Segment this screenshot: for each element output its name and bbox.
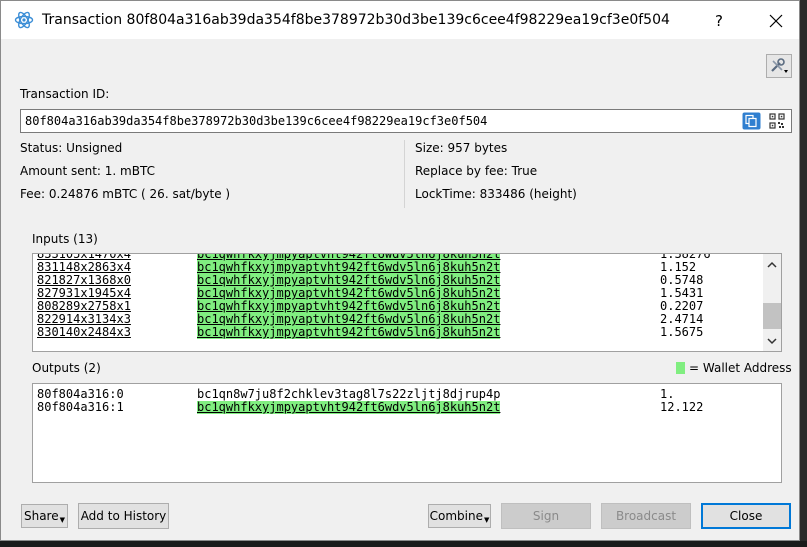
size-text: Size: 957 bytes xyxy=(415,141,508,155)
rbf-text: Replace by fee: True xyxy=(415,164,538,178)
tools-icon xyxy=(771,58,788,73)
qr-code-icon[interactable] xyxy=(769,113,785,129)
table-row[interactable]: 830140x2484x3 bc1qwhfkxyjmpyaptvht942ft6w… xyxy=(33,326,773,339)
transaction-dialog: Transaction 80f804a316ab39da354f8be37897… xyxy=(0,0,800,541)
outputs-header: Outputs (2) xyxy=(32,361,101,375)
scroll-thumb[interactable] xyxy=(763,303,781,329)
inputs-scrollbar[interactable] xyxy=(763,254,781,351)
combine-label: Combine xyxy=(429,509,483,523)
close-icon xyxy=(769,14,783,28)
wallet-legend-text: = Wallet Address xyxy=(689,361,792,375)
row-outpoint[interactable]: 80f804a316:1 xyxy=(37,401,124,414)
outputs-list[interactable]: 80f804a316:0 bc1qn8w7ju8f2chklev3tag8l7s2… xyxy=(32,383,782,483)
scroll-up-icon[interactable] xyxy=(763,258,781,272)
wallet-legend-swatch xyxy=(676,362,685,374)
scroll-down-icon[interactable] xyxy=(763,334,781,348)
tools-button[interactable] xyxy=(766,54,792,78)
txid-field[interactable]: 80f804a316ab39da354f8be378972b30d3be139c… xyxy=(20,109,792,133)
row-address[interactable]: bc1qwhfkxyjmpyaptvht942ft6wdv5ln6j8kuh5n… xyxy=(197,326,501,339)
inputs-header: Inputs (13) xyxy=(32,232,98,246)
electrum-icon xyxy=(14,10,34,30)
sign-button[interactable]: Sign xyxy=(501,503,591,529)
add-to-history-button[interactable]: Add to History xyxy=(78,503,169,529)
row-address[interactable]: bc1qwhfkxyjmpyaptvht942ft6wdv5ln6j8kuh5n… xyxy=(197,401,501,414)
broadcast-button[interactable]: Broadcast xyxy=(601,503,691,529)
close-button[interactable]: Close xyxy=(701,503,791,529)
txid-label: Transaction ID: xyxy=(20,87,110,101)
copy-icon[interactable] xyxy=(742,112,761,130)
combine-button[interactable]: Combine▼ xyxy=(428,504,491,528)
status-text: Status: Unsigned xyxy=(20,141,123,155)
dropdown-arrow-icon: ▼ xyxy=(483,516,490,524)
background-strip xyxy=(800,0,807,547)
help-button[interactable]: ? xyxy=(707,10,731,32)
dropdown-arrow-icon: ▼ xyxy=(59,516,66,524)
info-divider xyxy=(404,140,405,208)
background-strip xyxy=(0,541,807,547)
title-bar: Transaction 80f804a316ab39da354f8be37897… xyxy=(1,1,799,39)
amount-sent-text: Amount sent: 1. mBTC xyxy=(20,164,155,178)
share-button[interactable]: Share▼ xyxy=(21,504,68,528)
row-amount: 1.5675 xyxy=(660,325,704,339)
share-label: Share xyxy=(23,509,59,523)
txid-value[interactable]: 80f804a316ab39da354f8be378972b30d3be139c… xyxy=(25,114,487,128)
window-title: Transaction 80f804a316ab39da354f8be37897… xyxy=(42,12,670,28)
fee-text: Fee: 0.24876 mBTC ( 26. sat/byte ) xyxy=(20,187,231,201)
row-outpoint[interactable]: 830140x2484x3 xyxy=(37,326,131,339)
locktime-text: LockTime: 833486 (height) xyxy=(415,187,577,201)
close-window-button[interactable] xyxy=(759,8,793,34)
row-amount: 12.122 xyxy=(660,400,704,414)
table-row[interactable]: 80f804a316:1 bc1qwhfkxyjmpyaptvht942ft6wd… xyxy=(33,401,773,414)
inputs-list[interactable]: 833105x1470x4 bc1qwhfkxyjmpyaptvht942ft6w… xyxy=(32,253,782,352)
